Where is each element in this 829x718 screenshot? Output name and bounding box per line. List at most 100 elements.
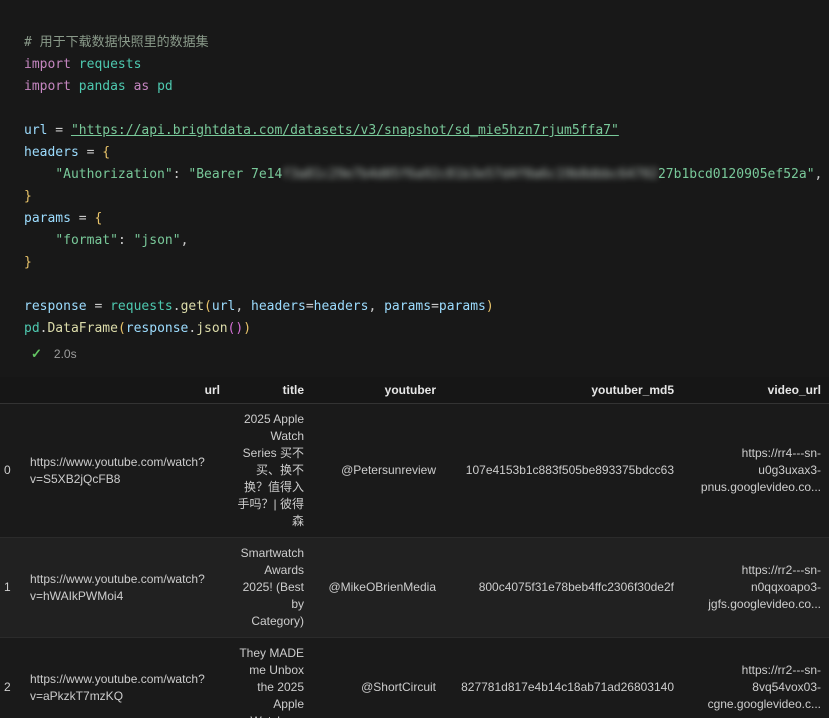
cell-url: https://www.youtube.com/watch?v=hWAIkPWM… (22, 537, 228, 638)
code-line: url = "https://api.brightdata.com/datase… (24, 120, 829, 142)
code-token: # 用于下载数据快照里的数据集 (24, 35, 209, 50)
code-line: response = requests.get(url, headers=hea… (24, 296, 829, 318)
code-token: json (196, 321, 228, 336)
code-line: "Authorization": "Bearer 7e14f3a81c29e7b… (24, 164, 829, 186)
code-token: requests (110, 299, 173, 314)
cell-index: 1 (0, 537, 22, 638)
column-header-youtuber: youtuber (312, 377, 444, 404)
cell-video_url: https://rr2---sn-n0qqxoapo3-jgfs.googlev… (682, 537, 829, 638)
code-line: headers = { (24, 142, 829, 164)
code-token: "json" (133, 233, 181, 248)
code-token: = (305, 299, 314, 314)
code-token: url (24, 123, 48, 138)
code-token: "https://api.brightdata.com/datasets/v3/… (70, 123, 619, 138)
code-token: = (431, 299, 439, 314)
code-token: : (172, 167, 189, 182)
code-token: ( (204, 299, 212, 314)
code-token: "format" (55, 233, 118, 248)
success-check-icon: ✓ (31, 346, 42, 361)
redacted-token: f3a81c29e7b4d05f6a92c81b3e57d4f0a6c19b8d… (282, 167, 658, 182)
code-token: ) (485, 299, 494, 314)
code-token: pd (24, 321, 40, 336)
table-row: 0 https://www.youtube.com/watch?v=S5XB2jQ… (0, 403, 829, 538)
code-token: = (47, 123, 71, 138)
table-row: 1 https://www.youtube.com/watch?v=hWAIkPW… (0, 537, 829, 638)
table-row: 2 https://www.youtube.com/watch?v=aPkzkT7… (0, 637, 829, 718)
cell-title: 2025 Apple Watch Series 买不买、换不换？值得入手吗？| … (228, 403, 312, 538)
code-token: response (125, 321, 189, 336)
code-line: params = { (24, 208, 829, 230)
code-token: "Authorization" (55, 167, 173, 182)
cell-youtuber: @MikeOBrienMedia (312, 537, 444, 638)
cell-youtuber_md5: 827781d817e4b14c18ab71ad26803140 (444, 637, 682, 718)
code-token: headers (251, 299, 306, 314)
cell-video_url: https://rr2---sn-8vq54vox03-cgne.googlev… (682, 637, 829, 718)
code-token: = (78, 145, 103, 160)
code-editor[interactable]: # 用于下载数据快照里的数据集 import requests import pan… (24, 32, 829, 340)
code-line: "format": "json", (24, 230, 829, 252)
code-token: url (211, 299, 236, 314)
code-token: import (24, 79, 71, 94)
cell-url: https://www.youtube.com/watch?v=S5XB2jQc… (22, 403, 228, 538)
code-token: headers (313, 299, 369, 314)
dataframe-table: url title youtuber youtuber_md5 video_url 0 ht… (0, 377, 829, 718)
cell-title: Smartwatch Awards 2025! (Best by Categor… (228, 537, 312, 638)
code-token: } (24, 189, 32, 204)
code-line: pd.DataFrame(response.json()) (24, 318, 829, 340)
code-token: ) (243, 321, 252, 336)
cell-video_url: https://rr4---sn-u0g3uxax3-pnus.googlevi… (682, 403, 829, 538)
code-token: ( (117, 321, 126, 336)
code-token: as (133, 79, 150, 94)
code-line: # 用于下载数据快照里的数据集 (24, 32, 829, 54)
column-header-video_url: video_url (682, 377, 829, 404)
cell-title: They MADE me Unbox the 2025 Apple Watche… (228, 637, 312, 718)
cell-output: url title youtuber youtuber_md5 video_url 0 ht… (0, 377, 829, 718)
code-token: ) (235, 321, 244, 336)
code-token: DataFrame (47, 321, 118, 336)
cell-youtuber_md5: 800c4075f31e78beb4ffc2306f30de2f (444, 537, 682, 638)
code-token: requests (78, 57, 142, 72)
code-token: , (235, 299, 252, 314)
column-header-title: title (228, 377, 312, 404)
cell-youtuber: @Petersunreview (312, 403, 444, 538)
code-token: params (384, 299, 432, 314)
code-token: pd (157, 79, 173, 94)
code-token: , (814, 167, 823, 182)
code-token: , (368, 299, 385, 314)
code-token: } (24, 255, 32, 270)
cell-index: 2 (0, 637, 22, 718)
cell-index: 0 (0, 403, 22, 538)
code-token: { (94, 211, 103, 226)
execution-duration: 2.0s (53, 347, 77, 361)
code-line: import requests (24, 54, 829, 76)
column-header-index (0, 377, 22, 404)
code-line: import pandas as pd (24, 76, 829, 98)
code-token: 27b1bcd0120905ef52a" (657, 167, 815, 182)
code-line: } (24, 186, 829, 208)
code-token: pandas (78, 79, 126, 94)
column-header-youtuber_md5: youtuber_md5 (444, 377, 682, 404)
code-token: , (180, 233, 189, 248)
execution-status-bar: ✓ 2.0s (24, 345, 829, 363)
cell-youtuber: @ShortCircuit (312, 637, 444, 718)
code-token: response (24, 299, 87, 314)
code-token: { (102, 145, 111, 160)
code-token: params (24, 211, 71, 226)
code-token: = (70, 211, 95, 226)
code-token: headers (24, 145, 79, 160)
cell-url: https://www.youtube.com/watch?v=aPkzkT7m… (22, 637, 228, 718)
code-token: : (117, 233, 134, 248)
code-line: } (24, 252, 829, 274)
code-token: "Bearer 7e14 (188, 167, 283, 182)
cell-youtuber_md5: 107e4153b1c883f505be893375bdcc63 (444, 403, 682, 538)
code-token: import (24, 57, 71, 72)
code-token: . (172, 299, 181, 314)
header-row: url title youtuber youtuber_md5 video_url (0, 377, 829, 404)
